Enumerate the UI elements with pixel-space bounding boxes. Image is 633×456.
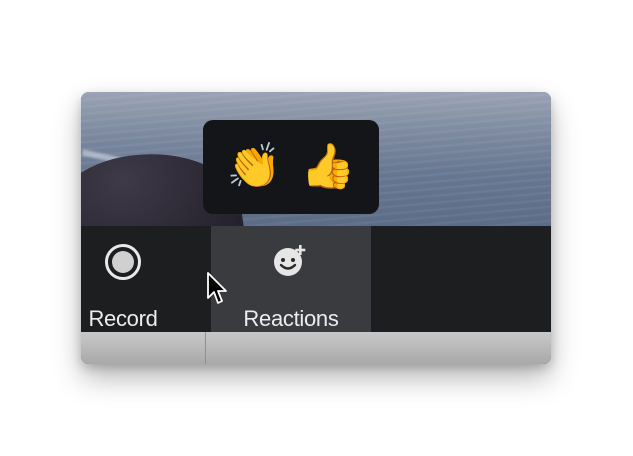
thumbs-up-icon: 👍 <box>300 142 356 191</box>
clapping-hands-reaction-button[interactable]: 👏 <box>225 138 283 196</box>
bottom-bar <box>81 332 551 364</box>
meeting-toolbar: Record Reactions <box>81 226 551 332</box>
thumbs-up-reaction-button[interactable]: 👍 <box>299 138 357 196</box>
reactions-button[interactable]: Reactions <box>211 226 371 332</box>
record-icon <box>105 244 141 280</box>
reactions-popup: 👏 👍 <box>203 120 379 214</box>
bottom-bar-divider <box>205 332 206 364</box>
clapping-hands-icon: 👏 <box>226 142 282 191</box>
record-button[interactable]: Record <box>81 226 171 332</box>
reactions-label: Reactions <box>243 306 339 331</box>
smile-add-icon <box>274 245 306 276</box>
video-feed: 👏 👍 <box>81 92 551 226</box>
meeting-window: 👏 👍 Record Reactions <box>81 92 551 364</box>
record-label: Record <box>88 306 158 331</box>
